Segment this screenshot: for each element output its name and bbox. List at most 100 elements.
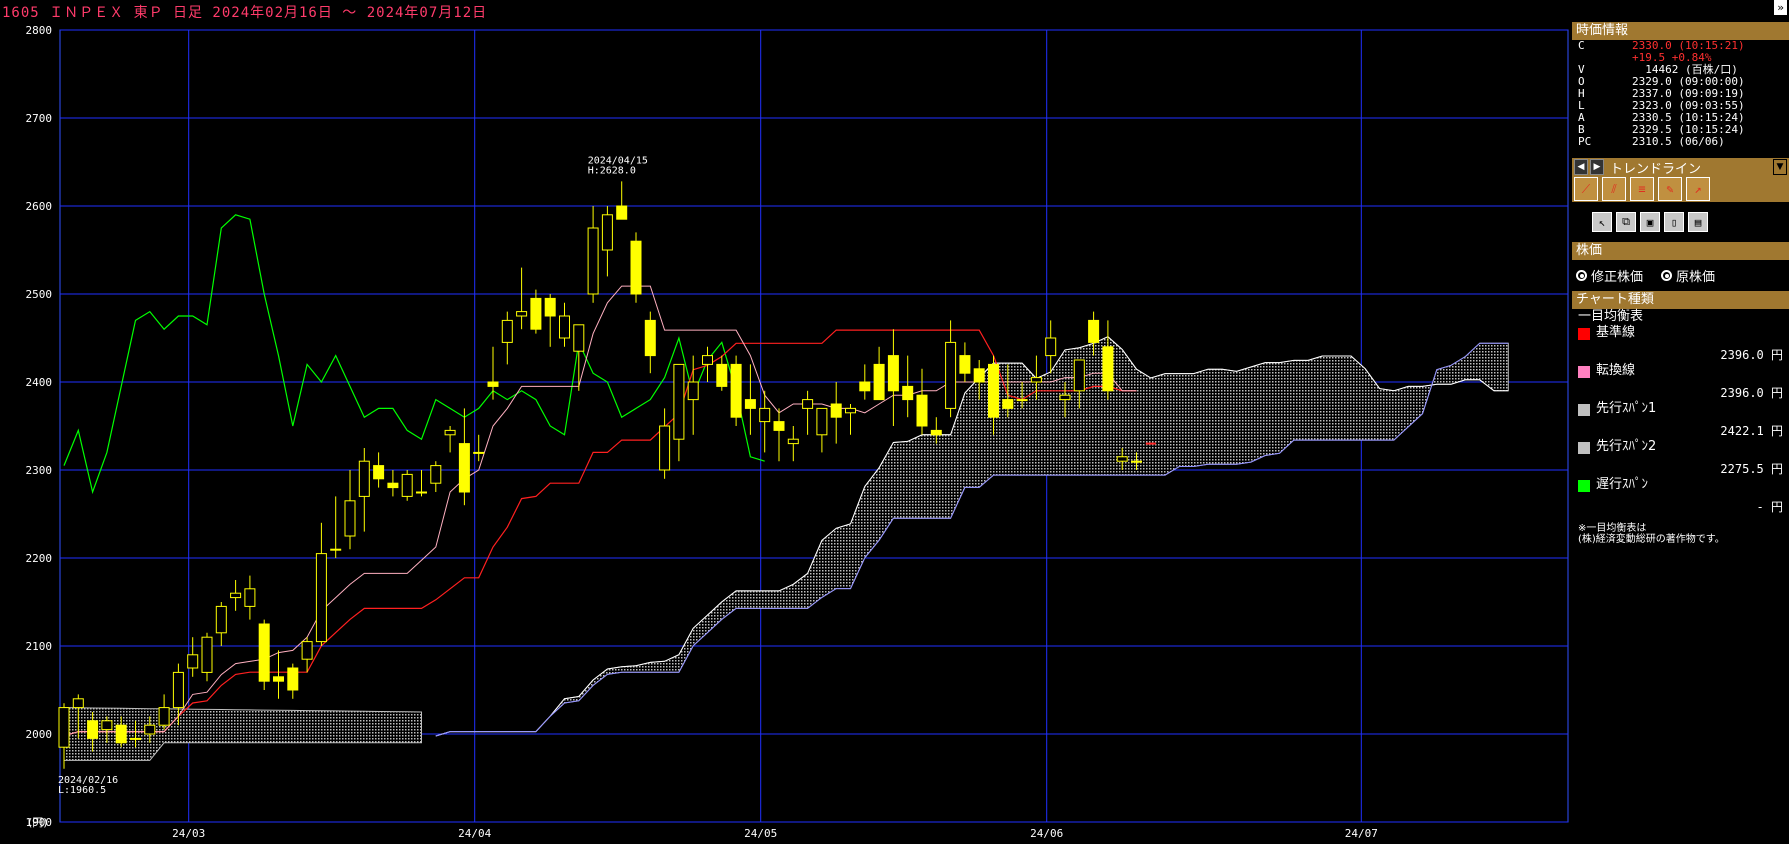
candle-body: [1073, 359, 1085, 392]
candle-body: [830, 403, 842, 418]
candle: [945, 320, 957, 418]
fibonacci-tool-icon[interactable]: ≡: [1630, 177, 1654, 201]
candle-body: [945, 341, 957, 409]
candle-body: [559, 315, 570, 339]
candle-body: [773, 421, 785, 431]
indicator-label: 先行ｽﾊﾟﾝ2: [1596, 439, 1657, 454]
trendline-tool-icon[interactable]: ⟋: [1574, 177, 1598, 201]
radio-original[interactable]: [1661, 270, 1673, 281]
kumo-area: [435, 336, 1509, 737]
candle-body: [873, 363, 885, 401]
radio-original-label: 原株価: [1676, 270, 1716, 285]
indicator-value: 2275.5 円: [1720, 462, 1783, 476]
indicator-name: 転換線: [1572, 363, 1789, 379]
candle-body: [1059, 394, 1071, 401]
candle-body: [473, 451, 485, 454]
candle: [387, 470, 399, 497]
annotation-value: L:1960.5: [58, 785, 106, 796]
indicator-name: 先行ｽﾊﾟﾝ2: [1572, 439, 1789, 455]
pointer-icon[interactable]: ↖: [1592, 212, 1612, 232]
candle-body: [973, 368, 985, 383]
dropdown-icon[interactable]: ▼: [1773, 159, 1787, 175]
quote-list: C 2330.0 (10:15:21) +19.5 +0.84% V 14462 (百…: [1572, 40, 1789, 148]
candle: [830, 382, 842, 444]
save-icon[interactable]: ▣: [1640, 212, 1660, 232]
copy-icon[interactable]: ⧉: [1616, 212, 1636, 232]
candle: [215, 602, 227, 646]
indicator-name: 遅行ｽﾊﾟﾝ: [1572, 477, 1789, 493]
candle: [644, 311, 656, 374]
candle-body: [988, 363, 999, 418]
y-tick-label: 2800: [26, 24, 53, 37]
candle-body: [916, 394, 928, 427]
y-tick-label: 2200: [26, 552, 53, 565]
quote-key: C: [1578, 39, 1585, 52]
candle: [573, 324, 585, 391]
candle-body: [416, 491, 427, 494]
candle: [401, 470, 413, 501]
candle: [716, 355, 728, 391]
indicator-value: - 円: [1756, 500, 1783, 514]
prev-arrow-icon[interactable]: ◀: [1574, 159, 1588, 175]
side-panel: 時価情報 C 2330.0 (10:15:21) +19.5 +0.84% V 144…: [1572, 22, 1789, 844]
y-tick-label: 2000: [26, 728, 53, 741]
radio-adjusted[interactable]: [1576, 270, 1587, 281]
candle-body: [816, 407, 828, 436]
parallel-line-tool-icon[interactable]: ⫽: [1602, 177, 1626, 201]
y-tick-label: 2400: [26, 376, 53, 389]
candle: [230, 580, 242, 611]
candle-body: [730, 363, 742, 418]
candle-body: [201, 636, 213, 673]
candle: [616, 181, 628, 220]
candle: [287, 663, 299, 699]
candle-body: [158, 707, 170, 726]
y-tick-label: 2300: [26, 464, 53, 477]
candle: [916, 368, 928, 435]
candle: [630, 232, 642, 303]
candle: [859, 364, 871, 400]
indicator-list: 一目均衡表 基準線 2396.0 円転換線 2396.0 円先行ｽﾊﾟﾝ1 2422.…: [1572, 309, 1789, 515]
x-tick-label: 24/05: [744, 827, 777, 840]
trendline-tools: ⟋ ⫽ ≡ ✎ ↗: [1572, 176, 1789, 202]
candle-body: [287, 667, 299, 691]
indicator-value: 2422.1 円: [1720, 424, 1783, 438]
candle-body: [373, 465, 385, 480]
candle-body: [744, 399, 756, 409]
kumo-cloud: [63, 336, 1509, 761]
edit-tools: ↖ ⧉ ▣ ▯ ▤: [1572, 202, 1789, 242]
candle: [959, 342, 971, 382]
candle: [730, 355, 742, 426]
chart-canvas[interactable]: 2800270026002500240023002200210020001900…: [0, 0, 1572, 844]
indicator-label: 遅行ｽﾊﾟﾝ: [1596, 477, 1649, 492]
candle-body: [930, 429, 942, 436]
next-arrow-icon[interactable]: ▶: [1590, 159, 1604, 175]
candle: [516, 267, 528, 330]
candle-body: [187, 654, 199, 669]
x-tick-label: 24/06: [1030, 827, 1063, 840]
candle-body: [273, 676, 284, 682]
candle-body: [544, 297, 556, 317]
candle-body: [516, 311, 528, 317]
candle: [687, 355, 699, 435]
candle-body: [58, 707, 70, 748]
x-tick-label: 24/03: [172, 827, 205, 840]
candle-body: [887, 355, 899, 392]
candle-body: [487, 381, 499, 387]
chart-type-header: チャート種類: [1572, 291, 1789, 309]
expand-arrow-icon[interactable]: »: [1774, 0, 1787, 15]
candle: [273, 650, 284, 699]
paste-icon[interactable]: ▤: [1688, 212, 1708, 232]
indicator-value: 2396.0 円: [1720, 348, 1783, 362]
candle-body: [115, 724, 127, 744]
arrow-tool-icon[interactable]: ↗: [1686, 177, 1710, 201]
delete-icon[interactable]: ▯: [1664, 212, 1684, 232]
candle-body: [1088, 319, 1100, 343]
candle-body: [1102, 346, 1114, 392]
candle-body: [530, 297, 542, 330]
candle-body: [358, 460, 370, 497]
text-tool-icon[interactable]: ✎: [1658, 177, 1682, 201]
candle: [816, 407, 828, 453]
candle-body: [258, 623, 270, 682]
tenkan-line: [63, 285, 1137, 737]
candle-body: [230, 592, 242, 599]
